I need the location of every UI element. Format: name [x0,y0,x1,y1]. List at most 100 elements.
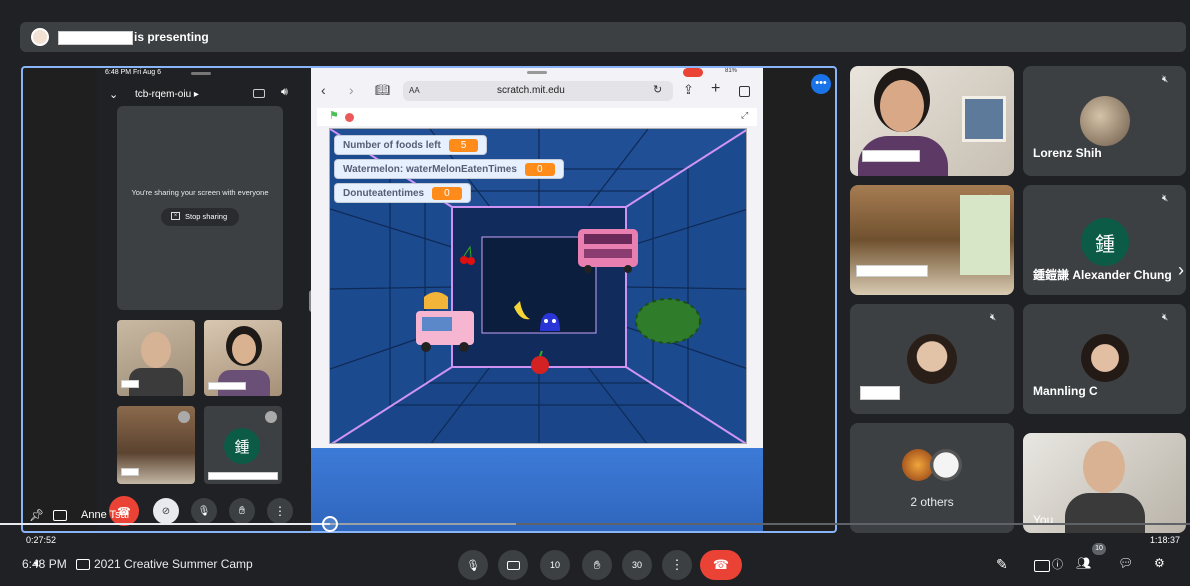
participant-tile-others[interactable]: 2 others [850,423,1014,533]
chat-bubble-icon[interactable]: 💬︎ [1118,556,1133,570]
avatar [1080,96,1130,146]
video-scrubber[interactable] [0,516,1190,532]
info-icon[interactable]: ⓘ [1052,556,1063,572]
presenting-banner: is presenting [20,22,1186,52]
redacted-name [856,265,928,277]
page-below-stage [311,448,763,531]
address-bar[interactable]: AA scratch.mit.edu ↻ [403,81,673,101]
stop-sharing-button[interactable]: × Stop sharing [161,208,239,226]
presenter-avatar [31,28,49,46]
participants-count: 10 [1095,545,1103,552]
presentation-options-button[interactable]: ••• [811,74,831,94]
more-options-button[interactable]: ⋮ [267,498,293,524]
chat-icon[interactable] [76,559,90,570]
more-vert-icon: ⋮ [670,557,684,572]
avatar [1081,334,1129,382]
participant-name: Mannling C [1033,384,1098,398]
stop-share-icon: × [171,212,180,220]
back-icon[interactable]: ‹ [321,82,326,98]
avatar-letter: 鍾 [234,438,250,456]
next-page-icon[interactable]: › [1178,260,1184,281]
scratch-stage[interactable]: Number of foods left 5 Watermelon: water… [329,128,747,444]
others-count: 2 others [910,495,954,509]
camera-off-button[interactable]: ⊘ [153,498,179,524]
present-icon[interactable] [53,510,67,521]
participant-face [232,334,256,364]
bus-sprite [578,229,638,273]
forward-icon[interactable]: › [349,82,354,98]
participant-tile-3[interactable]: 🔇︎ [850,185,1014,295]
redacted-name [208,382,246,390]
chevron-down-icon[interactable]: ⌄ [109,88,118,101]
avatar [907,334,957,384]
share-icon[interactable]: ⇪ [683,82,694,98]
stop-icon[interactable] [345,113,354,122]
total-time: 1:18:37 [1150,535,1181,545]
battery-status: 81% [725,68,738,74]
participant-tile-5[interactable]: 🔇︎ [850,304,1014,414]
avatar-letter: 鍾 [1095,233,1115,256]
speaker-icon[interactable]: 🔊︎ [281,86,288,99]
mic-button[interactable]: 🎙︎ [191,498,217,524]
participant-tile-2[interactable]: 🔇︎ Lorenz Shih [1023,66,1186,176]
raise-hand-button[interactable]: ✋︎ [582,550,612,580]
monitor-watermelon: Watermelon: waterMelonEatenTimes 0 [334,159,564,179]
participant-face [1083,441,1125,493]
mic-button[interactable]: 🎙︎ [458,550,488,580]
reader-aa[interactable]: AA [409,86,420,95]
skip-forward-30-icon: 30 [631,560,642,570]
leave-call-button[interactable]: ☎ [700,550,742,580]
redacted-name [862,150,920,162]
presentation-frame: 6:48 PM Fri Aug 6 ⌄ tcb-rqem-oiu ▸ 🔊︎ Yo… [21,66,837,533]
monitor-value: 0 [432,186,462,200]
skip-back-button[interactable]: 10 [540,550,570,580]
hand-icon: ✋︎ [593,557,601,572]
mini-tile-4: 鍾 [204,406,282,484]
volume-icon[interactable]: 🔉︎ [34,556,42,571]
monitor-foods-left: Number of foods left 5 [334,135,488,155]
participant-face [880,80,924,132]
green-flag-icon[interactable]: ⚑ [329,109,339,122]
monitor-value: 5 [448,138,479,152]
mic-icon: 🎙︎ [466,559,480,572]
new-tab-icon[interactable]: + [711,80,720,98]
avatar: 鍾 [224,428,260,464]
participant-tile-4[interactable]: 🔇︎ 鍾 鍾鎧謙 Alexander Chung [1023,185,1186,295]
scrubber-thumb[interactable] [322,516,338,532]
pencil-icon[interactable]: ✎ [996,556,1008,573]
camera-switch-icon[interactable] [253,89,265,98]
redacted-name [121,380,139,388]
pin-icon[interactable]: 📌︎ [29,508,44,522]
avatar: 鍾 [1081,218,1129,266]
wall-picture [962,96,1006,142]
tabs-icon[interactable] [739,86,750,97]
ipad-meet-panel: 6:48 PM Fri Aug 6 ⌄ tcb-rqem-oiu ▸ 🔊︎ Yo… [97,68,311,531]
reload-icon[interactable]: ↻ [653,83,662,96]
bookmarks-icon[interactable]: 📖︎ [375,83,390,97]
redacted-presenter-name [58,31,133,45]
hand-icon: ✋︎ [238,504,246,517]
participant-tile-self[interactable]: You [1023,433,1186,533]
mute-icon [265,411,277,423]
skip-forward-button[interactable]: 30 [622,550,652,580]
participant-tile-6[interactable]: 🔇︎ Mannling C [1023,304,1186,414]
record-indicator [683,68,703,77]
status-handle [191,72,211,75]
more-options-button[interactable]: ⋮ [662,550,692,580]
mic-off-icon: 🔇︎ [1162,74,1169,85]
fullscreen-icon[interactable]: ⤢ [741,110,748,121]
meeting-code[interactable]: tcb-rqem-oiu ▸ [135,89,199,100]
elapsed-time: 0:27:52 [26,535,57,545]
camera-button[interactable] [498,550,528,580]
activities-icon[interactable]: ⚙︎ [1154,556,1165,570]
mute-icon [178,411,190,423]
raise-hand-button[interactable]: ✋︎ [229,498,255,524]
mini-tile-2 [204,320,282,396]
scrubber-progress [0,523,330,525]
mic-off-icon: 🔇︎ [990,312,997,323]
url-text[interactable]: scratch.mit.edu [497,85,565,96]
participant-tile-1[interactable] [850,66,1014,176]
captions-icon[interactable] [1034,560,1050,572]
participants-badge: 10 [1092,543,1106,555]
people-icon[interactable]: 👥︎ [1076,556,1091,570]
